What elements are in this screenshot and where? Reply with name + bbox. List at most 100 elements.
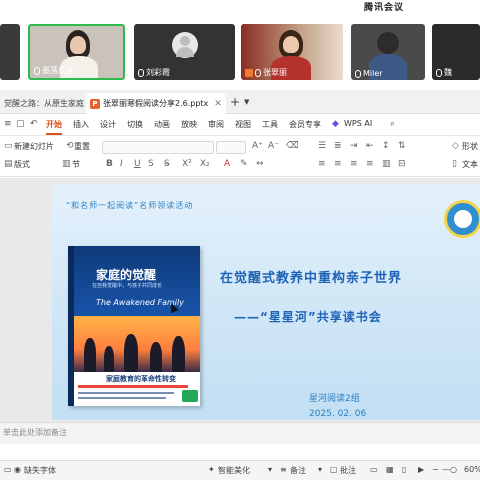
reading-view-icon[interactable]: ▯ — [402, 465, 406, 474]
justify-icon[interactable]: ≡ — [366, 159, 374, 169]
vertical-align-icon[interactable]: ⊟ — [398, 159, 406, 169]
participant-tile-active[interactable]: 墨落成画 — [28, 24, 125, 80]
notes-pane[interactable]: 单击此处添加备注 — [0, 422, 480, 444]
font-size-select[interactable] — [216, 141, 246, 154]
smart-beautify-button[interactable]: 智能美化 — [218, 465, 250, 476]
menu-item-insert[interactable]: 插入 — [73, 119, 89, 130]
participant-face — [283, 36, 299, 53]
tab-active-document[interactable]: P 张翠丽寒假阅读分享2.6.pptx ✕ — [86, 93, 226, 114]
line-spacing-icon[interactable]: ↕ — [382, 141, 390, 151]
ribbon-toolbar: ▭ 新建幻灯片 ⟲ 重置 ▤ 版式 ▥ 节 A⁺ A⁻ ⌫ B I U S S̶… — [0, 137, 480, 177]
participant-name-label: 刘彩霞 — [138, 67, 170, 78]
participant-tile[interactable]: 张翠丽 — [241, 24, 343, 80]
align-center-icon[interactable]: ≡ — [334, 159, 342, 169]
participant-face — [70, 36, 86, 54]
text-direction-icon[interactable]: ⇅ — [398, 141, 406, 151]
shape-button[interactable]: 形状 — [462, 141, 478, 152]
increase-font-icon[interactable]: A⁺ — [252, 141, 263, 151]
zoom-out-icon[interactable]: − — [432, 465, 439, 474]
character-spacing-icon[interactable]: ⇔ — [256, 159, 264, 169]
zoom-slider[interactable]: —○ — [442, 465, 457, 474]
section-button[interactable]: 节 — [72, 159, 80, 170]
menu-toggle-icon[interactable]: ≡ — [4, 119, 12, 129]
tab-label: 张翠丽寒假阅读分享2.6.pptx — [103, 99, 209, 108]
reset-button[interactable]: 重置 — [74, 141, 90, 152]
highlight-icon[interactable]: ✎ — [240, 159, 248, 169]
host-icon — [245, 68, 253, 77]
menu-item-home[interactable]: 开始 — [46, 119, 62, 130]
publisher-badge — [182, 390, 198, 402]
menu-item-member[interactable]: 会员专享 — [289, 119, 321, 130]
search-icon[interactable]: ⌕ — [390, 119, 395, 129]
participant-tile[interactable]: 魏 — [432, 24, 480, 80]
menu-item-design[interactable]: 设计 — [100, 119, 116, 130]
add-tab-icon[interactable]: + — [230, 95, 240, 109]
beautify-icon: ✦ — [208, 465, 215, 474]
chevron-down-icon[interactable]: ▾ — [268, 465, 272, 474]
active-menu-indicator — [46, 133, 62, 135]
mic-icon — [436, 68, 442, 77]
slide-subtitle: ——“星星河”共享读书会 — [234, 310, 382, 324]
strikethrough-icon[interactable]: S̶ — [164, 159, 170, 169]
decrease-font-icon[interactable]: A⁻ — [268, 141, 279, 151]
layout-icon: ▤ — [4, 159, 13, 169]
undo-icon[interactable]: ↶ — [30, 119, 38, 129]
presentation-file-icon: P — [90, 98, 100, 109]
underline-icon[interactable]: U — [134, 159, 141, 169]
font-color-icon[interactable]: A — [224, 159, 230, 169]
align-right-icon[interactable]: ≡ — [350, 159, 358, 169]
slide-canvas[interactable]: “和名师一起阅读”名师领读活动 家庭的觉醒 在自我觉醒中，与孩子共同成长 The… — [52, 184, 480, 420]
indent-icon[interactable]: ⇥ — [350, 141, 358, 151]
close-icon[interactable]: ✕ — [214, 99, 222, 109]
align-left-icon[interactable]: ≡ — [318, 159, 326, 169]
comment-icon: ▢ — [330, 465, 338, 474]
clear-format-icon[interactable]: ⌫ — [286, 141, 299, 151]
bullet-list-icon[interactable]: ☰ — [318, 141, 326, 151]
superscript-icon[interactable]: X² — [182, 159, 192, 169]
mic-icon — [34, 66, 40, 75]
layout-button[interactable]: 版式 — [14, 159, 30, 170]
book-subtitle: 在自我觉醒中，与孩子共同成长 — [92, 283, 163, 289]
layout-view-icon[interactable]: ▭ — [4, 465, 12, 474]
slide-title: 在觉醒式教养中重构亲子世界 — [220, 271, 403, 286]
columns-icon[interactable]: ▥ — [382, 159, 391, 169]
textbox-button[interactable]: 文本 — [462, 159, 478, 170]
menu-item-slideshow[interactable]: 放映 — [181, 119, 197, 130]
subscript-icon[interactable]: X₂ — [200, 159, 210, 169]
outdent-icon[interactable]: ⇤ — [366, 141, 374, 151]
menu-item-tools[interactable]: 工具 — [262, 119, 278, 130]
participant-name: 张翠丽 — [263, 68, 287, 77]
numbered-list-icon[interactable]: ≣ — [334, 141, 342, 151]
save-icon[interactable]: ▢ — [16, 119, 25, 129]
normal-view-icon[interactable]: ▭ — [370, 465, 378, 474]
comments-button[interactable]: 批注 — [340, 465, 356, 476]
chevron-down-icon[interactable]: ▼ — [244, 98, 249, 106]
menu-item-review[interactable]: 审阅 — [208, 119, 224, 130]
club-logo — [444, 200, 480, 238]
missing-font-button[interactable]: 缺失字体 — [24, 465, 56, 476]
notes-toggle-button[interactable]: 备注 — [290, 465, 306, 476]
text-shadow-icon[interactable]: S — [148, 159, 154, 169]
sorter-view-icon[interactable]: ▦ — [386, 465, 394, 474]
italic-icon[interactable]: I — [120, 159, 123, 169]
new-slide-button[interactable]: 新建幻灯片 — [14, 141, 54, 152]
bold-icon[interactable]: B — [106, 159, 113, 169]
textbox-icon: ▯ — [452, 159, 457, 169]
menu-item-view[interactable]: 视图 — [235, 119, 251, 130]
tab-document[interactable]: 觉醒之路：从原生家庭到... — [0, 93, 84, 114]
zoom-level[interactable]: 60% — [464, 465, 480, 474]
menu-item-wps-ai[interactable]: WPS AI — [344, 119, 372, 128]
participant-tile[interactable]: Miler — [351, 24, 425, 80]
meeting-strip: 腾讯会议 墨落成画 刘彩霞 张翠丽 Miler 魏 — [0, 0, 480, 88]
shape-icon: ◇ — [452, 141, 459, 151]
participant-tile[interactable]: 刘彩霞 — [134, 24, 235, 80]
document-tab-bar: 觉醒之路：从原生家庭到... P 张翠丽寒假阅读分享2.6.pptx ✕ + ▼ — [0, 90, 480, 114]
font-family-select[interactable] — [102, 141, 214, 154]
menu-item-transition[interactable]: 切换 — [127, 119, 143, 130]
menu-item-animation[interactable]: 动画 — [154, 119, 170, 130]
play-icon[interactable]: ▶ — [418, 465, 424, 474]
chevron-down-icon[interactable]: ▾ — [318, 465, 322, 474]
participant-tile[interactable] — [0, 24, 20, 80]
participant-name: Miler — [363, 69, 383, 78]
book-illustration — [74, 316, 200, 372]
